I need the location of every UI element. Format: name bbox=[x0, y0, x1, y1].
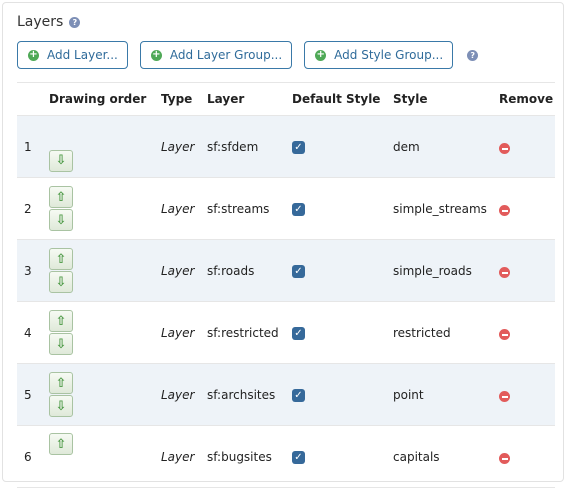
table-header-row: Drawing order Type Layer Default Style S… bbox=[17, 82, 555, 116]
layer-name: sf:roads bbox=[207, 239, 292, 302]
drawing-order-controls: ⇧ ⇩ bbox=[49, 301, 161, 364]
add-layer-label: Add Layer... bbox=[47, 48, 118, 62]
move-down-button[interactable]: ⇩ bbox=[49, 149, 73, 172]
move-up-button[interactable]: ⇧ bbox=[49, 372, 73, 394]
table-row: 5 ⇧ ⇩ Layer sf:archsites ✓ point bbox=[17, 363, 555, 426]
header-remove: Remove bbox=[499, 82, 555, 116]
drawing-order-controls: ⇧ ⇩ bbox=[49, 363, 161, 426]
layer-name: sf:restricted bbox=[207, 301, 292, 364]
remove-icon[interactable] bbox=[499, 391, 510, 403]
add-layer-group-label: Add Layer Group... bbox=[169, 48, 283, 62]
header-style: Style bbox=[393, 82, 499, 116]
remove-icon[interactable] bbox=[499, 329, 510, 341]
order-number: 4 bbox=[17, 301, 49, 364]
plus-icon: + bbox=[28, 49, 39, 61]
table-row: 2 ⇧ ⇩ Layer sf:streams ✓ simple_streams bbox=[17, 177, 555, 240]
layer-type: Layer bbox=[161, 301, 207, 364]
add-style-group-button[interactable]: + Add Style Group... bbox=[304, 41, 454, 69]
default-style-checkbox[interactable]: ✓ bbox=[292, 203, 305, 217]
layers-panel: Layers ? + Add Layer... + Add Layer Grou… bbox=[2, 2, 564, 488]
layer-name: sf:sfdem bbox=[207, 115, 292, 178]
default-style-checkbox[interactable]: ✓ bbox=[292, 451, 305, 465]
drawing-order-controls: ⇩ bbox=[49, 115, 161, 178]
add-layer-group-button[interactable]: + Add Layer Group... bbox=[139, 41, 293, 69]
layer-type: Layer bbox=[161, 115, 207, 178]
move-up-button[interactable]: ⇧ bbox=[49, 248, 73, 270]
order-number: 2 bbox=[17, 177, 49, 240]
remove-icon[interactable] bbox=[499, 143, 510, 155]
default-style-checkbox[interactable]: ✓ bbox=[292, 141, 305, 155]
layer-type: Layer bbox=[161, 425, 207, 488]
header-default-style: Default Style bbox=[292, 82, 393, 116]
table-row: 1 ⇩ Layer sf:sfdem ✓ dem bbox=[17, 115, 555, 178]
move-up-button[interactable]: ⇧ bbox=[49, 310, 73, 332]
move-down-button[interactable]: ⇩ bbox=[49, 333, 73, 355]
help-icon[interactable]: ? bbox=[467, 49, 479, 61]
layer-type: Layer bbox=[161, 239, 207, 302]
section-title: Layers bbox=[17, 14, 64, 30]
order-number: 5 bbox=[17, 363, 49, 426]
plus-icon: + bbox=[150, 49, 162, 61]
header-type: Type bbox=[161, 82, 207, 116]
layer-type: Layer bbox=[161, 363, 207, 426]
style-name: simple_roads bbox=[393, 239, 499, 302]
header-order-spacer bbox=[17, 82, 49, 116]
style-name: simple_streams bbox=[393, 177, 499, 240]
layer-type: Layer bbox=[161, 177, 207, 240]
table-row: 3 ⇧ ⇩ Layer sf:roads ✓ simple_roads bbox=[17, 239, 555, 302]
order-number: 1 bbox=[17, 115, 49, 178]
add-style-group-label: Add Style Group... bbox=[334, 48, 444, 62]
drawing-order-controls: ⇧ ⇩ bbox=[49, 177, 161, 240]
toolbar: + Add Layer... + Add Layer Group... + Ad… bbox=[17, 41, 479, 69]
default-style-checkbox[interactable]: ✓ bbox=[292, 265, 305, 279]
move-up-button[interactable]: ⇧ bbox=[49, 186, 73, 208]
section-header: Layers ? bbox=[17, 14, 81, 30]
default-style-checkbox[interactable]: ✓ bbox=[292, 389, 305, 403]
default-style-checkbox[interactable]: ✓ bbox=[292, 327, 305, 341]
help-icon[interactable]: ? bbox=[69, 16, 81, 28]
table-row: 4 ⇧ ⇩ Layer sf:restricted ✓ restricted bbox=[17, 301, 555, 364]
style-name: point bbox=[393, 363, 499, 426]
move-up-button[interactable]: ⇧ bbox=[49, 433, 73, 455]
drawing-order-controls: ⇧ ⇩ bbox=[49, 239, 161, 302]
remove-icon[interactable] bbox=[499, 267, 510, 279]
move-down-button[interactable]: ⇩ bbox=[49, 395, 73, 417]
plus-icon: + bbox=[315, 49, 327, 61]
add-layer-button[interactable]: + Add Layer... bbox=[17, 41, 128, 69]
table-row: 6 ⇧ Layer sf:bugsites ✓ capitals bbox=[17, 425, 555, 488]
order-number: 6 bbox=[17, 425, 49, 488]
move-down-button[interactable]: ⇩ bbox=[49, 209, 73, 231]
header-layer: Layer bbox=[207, 82, 292, 116]
move-down-button[interactable]: ⇩ bbox=[49, 271, 73, 293]
layers-table: Drawing order Type Layer Default Style S… bbox=[17, 82, 555, 488]
layer-name: sf:bugsites bbox=[207, 425, 292, 488]
remove-icon[interactable] bbox=[499, 453, 510, 465]
drawing-order-controls: ⇧ bbox=[49, 425, 161, 488]
header-drawing-order: Drawing order bbox=[49, 82, 161, 116]
style-name: restricted bbox=[393, 301, 499, 364]
layer-name: sf:archsites bbox=[207, 363, 292, 426]
layer-name: sf:streams bbox=[207, 177, 292, 240]
order-number: 3 bbox=[17, 239, 49, 302]
remove-icon[interactable] bbox=[499, 205, 510, 217]
style-name: capitals bbox=[393, 425, 499, 488]
style-name: dem bbox=[393, 115, 499, 178]
